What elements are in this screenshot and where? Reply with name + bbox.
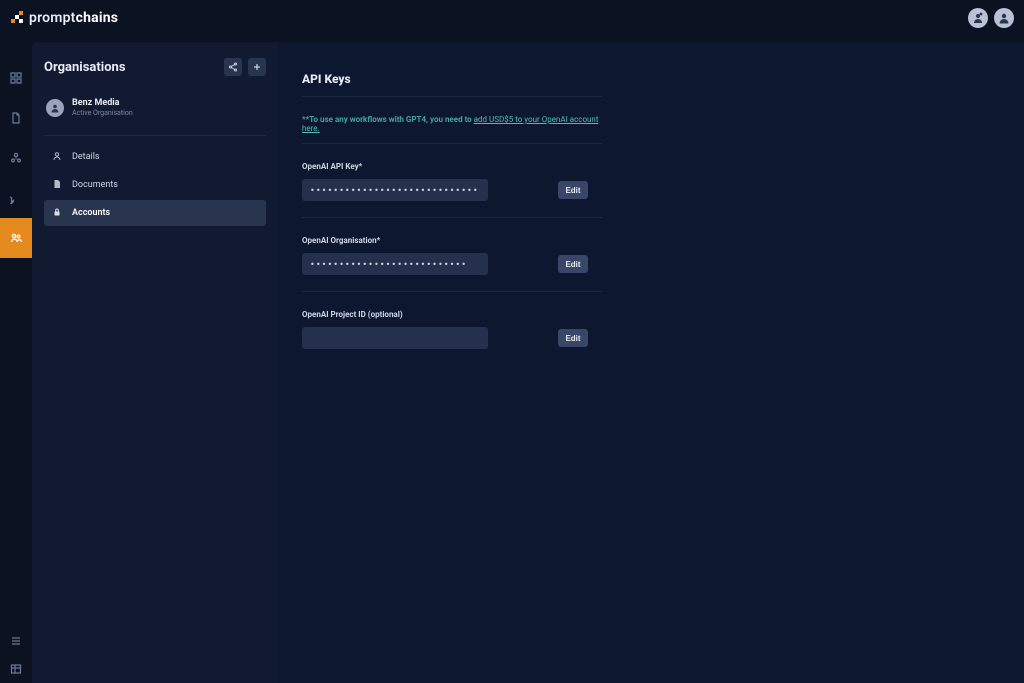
- edit-button[interactable]: Edit: [558, 181, 588, 199]
- nav-rail: [0, 36, 32, 683]
- field-label: OpenAI Organisation*: [302, 236, 602, 245]
- rail-dashboard[interactable]: [0, 58, 32, 98]
- side-panel: Organisations Benz Media Active Organis: [32, 42, 278, 683]
- side-nav: Details Documents Accounts: [44, 144, 266, 226]
- org-avatar-icon: [46, 99, 64, 117]
- field-label: OpenAI API Key*: [302, 162, 602, 171]
- side-panel-title: Organisations: [44, 60, 126, 75]
- nav-item-accounts[interactable]: Accounts: [44, 200, 266, 226]
- field-openai-org: OpenAI Organisation* Edit: [302, 236, 602, 275]
- page-title: API Keys: [302, 72, 602, 86]
- org-subtitle: Active Organisation: [72, 109, 133, 117]
- divider: [302, 291, 602, 292]
- notifications-avatar[interactable]: [968, 8, 988, 28]
- field-openai-key: OpenAI API Key* Edit: [302, 162, 602, 201]
- divider: [44, 135, 266, 136]
- user-avatar[interactable]: [994, 8, 1014, 28]
- rail-list-view[interactable]: [0, 627, 32, 655]
- rail-organisations[interactable]: [0, 218, 32, 258]
- field-label: OpenAI Project ID (optional): [302, 310, 602, 319]
- lock-icon: [52, 207, 62, 220]
- openai-project-input[interactable]: [302, 327, 488, 349]
- divider: [302, 217, 602, 218]
- rail-team[interactable]: [0, 138, 32, 178]
- nav-item-details[interactable]: Details: [44, 144, 266, 170]
- topbar: promptchains: [0, 0, 1024, 36]
- document-icon: [52, 179, 62, 192]
- brand-mark-icon: [10, 11, 24, 25]
- user-icon: [52, 151, 62, 164]
- divider: [302, 96, 602, 97]
- field-openai-project: OpenAI Project ID (optional) Edit: [302, 310, 602, 349]
- main-content: API Keys **To use any workflows with GPT…: [278, 42, 1024, 683]
- rail-documents[interactable]: [0, 98, 32, 138]
- rail-grid-view[interactable]: [0, 655, 32, 683]
- org-name: Benz Media: [72, 98, 133, 108]
- openai-key-input[interactable]: [302, 179, 488, 201]
- nav-label: Documents: [72, 180, 118, 190]
- divider: [302, 143, 602, 144]
- nav-item-documents[interactable]: Documents: [44, 172, 266, 198]
- edit-button[interactable]: Edit: [558, 255, 588, 273]
- add-button[interactable]: [248, 58, 266, 76]
- brand-logo[interactable]: promptchains: [10, 10, 118, 26]
- share-button[interactable]: [224, 58, 242, 76]
- brand-name: promptchains: [29, 10, 118, 26]
- openai-org-input[interactable]: [302, 253, 488, 275]
- notice-text: **To use any workflows with GPT4, you ne…: [302, 115, 602, 133]
- nav-label: Accounts: [72, 208, 110, 218]
- rail-chat[interactable]: [0, 178, 32, 218]
- org-row[interactable]: Benz Media Active Organisation: [44, 92, 266, 131]
- nav-label: Details: [72, 152, 100, 162]
- edit-button[interactable]: Edit: [558, 329, 588, 347]
